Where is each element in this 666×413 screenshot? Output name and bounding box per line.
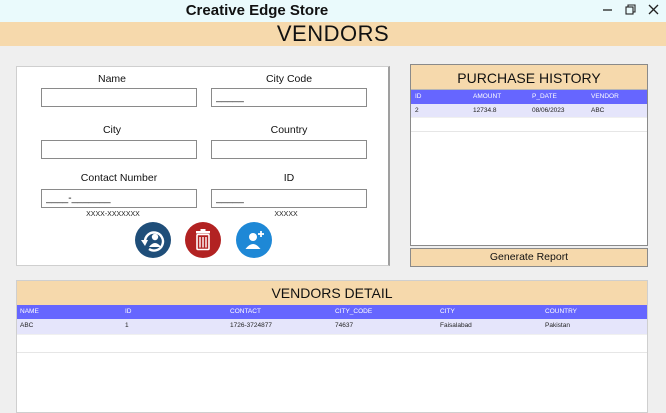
table-row-empty — [411, 118, 647, 132]
window-titlebar: Creative Edge Store — [0, 0, 666, 22]
generate-report-button[interactable]: Generate Report — [410, 248, 648, 267]
trash-icon — [196, 229, 210, 251]
update-vendor-button[interactable] — [135, 222, 171, 258]
column-header-vendor[interactable]: VENDOR — [591, 93, 619, 100]
city-label: City — [102, 124, 122, 136]
column-header-name[interactable]: NAME — [20, 308, 39, 315]
column-header-city[interactable]: CITY — [440, 308, 455, 315]
id-format-hint: XXXXX — [274, 211, 298, 218]
close-icon — [648, 4, 658, 15]
page-header: VENDORS — [0, 21, 666, 46]
page-title: VENDORS — [276, 21, 390, 46]
city-code-label: City Code — [265, 73, 313, 85]
restore-icon — [624, 4, 636, 15]
minimize-icon — [602, 9, 612, 11]
column-header-country[interactable]: COUNTRY — [545, 308, 577, 315]
purchase-history-title: PURCHASE HISTORY — [411, 65, 647, 90]
maximize-button[interactable] — [621, 1, 639, 15]
name-label: Name — [97, 73, 126, 85]
table-row-empty — [17, 335, 647, 353]
vendors-detail-panel: VENDORS DETAIL NAME ID CONTACT CITY_CODE… — [16, 280, 648, 413]
purchase-history-panel: PURCHASE HISTORY ID AMOUNT P_DATE VENDOR… — [410, 64, 648, 246]
cell-city: Faisalabad — [440, 322, 472, 329]
add-user-icon — [245, 231, 264, 249]
city-field[interactable] — [41, 140, 197, 159]
cell-vendor: ABC — [591, 107, 605, 114]
name-field[interactable] — [41, 88, 197, 107]
cell-id: 2 — [415, 107, 419, 114]
table-row[interactable]: ABC 1 1726-3724877 74637 Faisalabad Paki… — [17, 319, 647, 335]
contact-format-hint: XXXX-XXXXXXX — [86, 211, 140, 218]
vendor-form: Name City Code City Country Contact Numb… — [16, 66, 390, 266]
add-vendor-button[interactable] — [236, 222, 272, 258]
column-header-contact[interactable]: CONTACT — [230, 308, 261, 315]
delete-vendor-button[interactable] — [185, 222, 221, 258]
cell-country: Pakistan — [545, 322, 570, 329]
cell-name: ABC — [20, 322, 34, 329]
id-field[interactable] — [211, 189, 367, 208]
cell-p-date: 08/06/2023 — [532, 107, 565, 114]
close-button[interactable] — [644, 1, 662, 15]
vendors-detail-header-row: NAME ID CONTACT CITY_CODE CITY COUNTRY — [17, 305, 647, 319]
table-row[interactable]: 2 12734.8 08/06/2023 ABC — [411, 104, 647, 118]
cell-id: 1 — [125, 322, 129, 329]
column-header-city-code[interactable]: CITY_CODE — [335, 308, 372, 315]
purchase-history-header-row: ID AMOUNT P_DATE VENDOR — [411, 90, 647, 104]
contact-number-field[interactable] — [41, 189, 197, 208]
city-code-field[interactable] — [211, 88, 367, 107]
column-header-p-date[interactable]: P_DATE — [532, 93, 557, 100]
country-label: Country — [270, 124, 308, 136]
refresh-user-icon — [141, 231, 165, 252]
vendors-detail-title: VENDORS DETAIL — [17, 281, 647, 305]
cell-contact: 1726-3724877 — [230, 322, 272, 329]
window-title: Creative Edge Store — [185, 2, 329, 19]
column-header-id[interactable]: ID — [125, 308, 132, 315]
column-header-id[interactable]: ID — [415, 93, 422, 100]
id-label: ID — [283, 172, 295, 184]
country-field[interactable] — [211, 140, 367, 159]
cell-amount: 12734.8 — [473, 107, 497, 114]
column-header-amount[interactable]: AMOUNT — [473, 93, 501, 100]
minimize-button[interactable] — [598, 1, 616, 15]
contact-number-label: Contact Number — [80, 172, 158, 184]
cell-city-code: 74637 — [335, 322, 354, 329]
